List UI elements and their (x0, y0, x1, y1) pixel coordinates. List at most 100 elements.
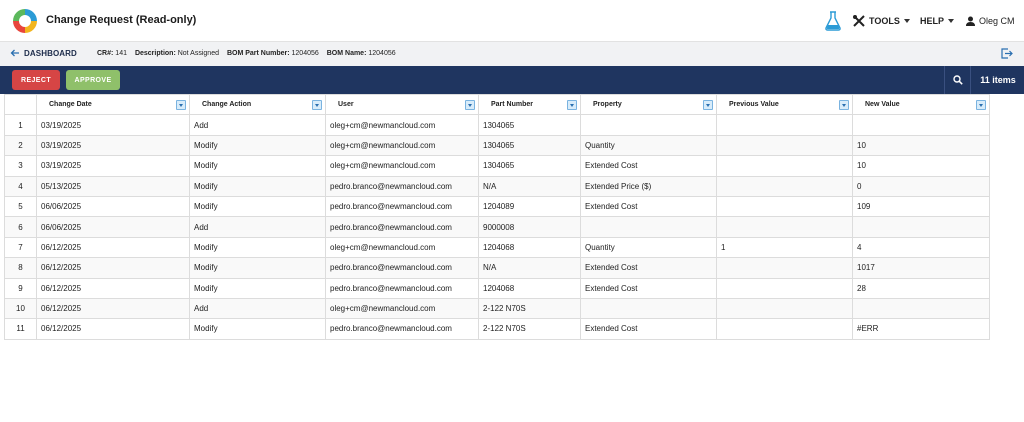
table-cell (716, 277, 853, 299)
table-cell: Modify (189, 195, 326, 218)
table-cell: N/A (478, 175, 581, 197)
tools-label: TOOLS (869, 16, 900, 26)
top-header: Change Request (Read-only) TOOLS HELP Ol… (0, 0, 1024, 42)
chevron-down-icon (948, 19, 955, 23)
help-menu[interactable]: HELP (920, 12, 955, 30)
table-cell (716, 114, 853, 136)
row-number-cell: 5 (4, 195, 37, 218)
page-title: Change Request (Read-only) (46, 14, 197, 26)
column-header[interactable]: Part Number (478, 93, 581, 116)
app-logo-icon[interactable] (12, 8, 38, 34)
table-cell (580, 297, 717, 320)
table-cell (580, 114, 717, 136)
column-header-label: Part Number (491, 101, 534, 109)
table-cell: 06/06/2025 (36, 195, 190, 218)
cr-value: 141 (115, 50, 127, 57)
filter-icon[interactable] (312, 100, 322, 110)
table-cell: Extended Price ($) (580, 175, 717, 197)
table-cell: Add (189, 114, 326, 136)
table-cell: pedro.branco@newmancloud.com (325, 277, 479, 299)
table-row[interactable]: 3 03/19/2025 Modify oleg+cm@newmancloud.com… (4, 155, 990, 177)
filter-icon[interactable] (976, 100, 986, 110)
table-row[interactable]: 5 06/06/2025 Modify pedro.branco@newmanclou… (4, 195, 990, 218)
table-row[interactable]: 7 06/12/2025 Modify oleg+cm@newmancloud.com… (4, 236, 990, 259)
table-cell: Modify (189, 318, 326, 340)
column-header[interactable]: Change Date (36, 93, 190, 116)
table-row[interactable]: 4 05/13/2025 Modify pedro.branco@newmanclou… (4, 175, 990, 197)
reject-button[interactable]: REJECT (12, 70, 60, 90)
table-row[interactable]: 11 06/12/2025 Modify pedro.branco@newmanclo… (4, 318, 990, 340)
column-header[interactable]: Change Action (189, 93, 326, 116)
action-toolbar: REJECT APPROVE 11 items (0, 66, 1024, 94)
table-cell: Extended Cost (580, 195, 717, 218)
table-cell: 06/12/2025 (36, 257, 190, 279)
user-icon (966, 16, 975, 26)
row-number-cell: 1 (4, 114, 37, 136)
change-history-table: Change Date Change Action User Part Number P… (4, 93, 990, 340)
table-cell (852, 114, 990, 136)
filter-icon[interactable] (839, 100, 849, 110)
column-header[interactable]: Property (580, 93, 717, 116)
chevron-down-icon (903, 19, 910, 23)
table-cell: Extended Cost (580, 277, 717, 299)
table-cell: 10 (852, 134, 990, 157)
back-arrow-icon[interactable] (10, 48, 20, 58)
table-cell: Modify (189, 155, 326, 177)
table-cell: pedro.branco@newmancloud.com (325, 318, 479, 340)
bom-part-value: 1204056 (291, 50, 319, 57)
table-cell: oleg+cm@newmancloud.com (325, 134, 479, 157)
table-cell: Quantity (580, 236, 717, 259)
table-cell: pedro.branco@newmancloud.com (325, 175, 479, 197)
row-number-header (4, 93, 37, 116)
table-cell (580, 216, 717, 238)
table-row[interactable]: 9 06/12/2025 Modify pedro.branco@newmanclou… (4, 277, 990, 299)
column-header[interactable]: New Value (852, 93, 990, 116)
table-cell: oleg+cm@newmancloud.com (325, 297, 479, 320)
table-row[interactable]: 1 03/19/2025 Add oleg+cm@newmancloud.com 130… (4, 114, 990, 136)
table-cell: 06/12/2025 (36, 277, 190, 299)
table-cell: 9000008 (478, 216, 581, 238)
column-header-label: User (338, 101, 354, 109)
tools-menu[interactable]: TOOLS (852, 12, 910, 30)
filter-icon[interactable] (465, 100, 475, 110)
column-header-label: Property (593, 101, 622, 109)
table-cell: Add (189, 297, 326, 320)
table-cell: 4 (852, 236, 990, 259)
table-cell: #ERR (852, 318, 990, 340)
table-cell (716, 216, 853, 238)
row-number-cell: 4 (4, 175, 37, 197)
filter-icon[interactable] (567, 100, 577, 110)
table-cell: 0 (852, 175, 990, 197)
dashboard-link[interactable]: DASHBOARD (24, 49, 77, 58)
table-row[interactable]: 2 03/19/2025 Modify oleg+cm@newmancloud.com… (4, 134, 990, 157)
column-header-label: Previous Value (729, 101, 779, 109)
table-cell: 1304065 (478, 155, 581, 177)
table-cell (716, 257, 853, 279)
table-cell: pedro.branco@newmancloud.com (325, 216, 479, 238)
user-menu[interactable]: Oleg CM (966, 12, 1015, 30)
description-label: Description: (134, 50, 176, 57)
filter-icon[interactable] (703, 100, 713, 110)
table-cell: 109 (852, 195, 990, 218)
approve-button[interactable]: APPROVE (66, 70, 120, 90)
table-cell: 1204068 (478, 236, 581, 259)
table-cell: 06/06/2025 (36, 216, 190, 238)
column-header[interactable]: Previous Value (716, 93, 853, 116)
bom-name-label: BOM Name: (326, 50, 367, 57)
search-button[interactable] (944, 66, 971, 94)
column-header[interactable]: User (325, 93, 479, 116)
help-label: HELP (920, 16, 945, 26)
filter-icon[interactable] (176, 100, 186, 110)
exit-icon[interactable] (1000, 47, 1013, 60)
change-request-meta: CR#: 141 Description: Not Assigned BOM P… (97, 50, 402, 57)
bom-name-value: 1204056 (368, 50, 396, 57)
table-row[interactable]: 10 06/12/2025 Add oleg+cm@newmancloud.com 2-… (4, 297, 990, 320)
table-cell: 28 (852, 277, 990, 299)
table-cell: Quantity (580, 134, 717, 157)
flask-icon[interactable] (824, 11, 842, 31)
table-row[interactable]: 8 06/12/2025 Modify pedro.branco@newmanclou… (4, 257, 990, 279)
table-cell (852, 297, 990, 320)
table-cell: 2-122 N70S (478, 318, 581, 340)
table-row[interactable]: 6 06/06/2025 Add pedro.branco@newmancloud.c… (4, 216, 990, 238)
row-number-cell: 8 (4, 257, 37, 279)
